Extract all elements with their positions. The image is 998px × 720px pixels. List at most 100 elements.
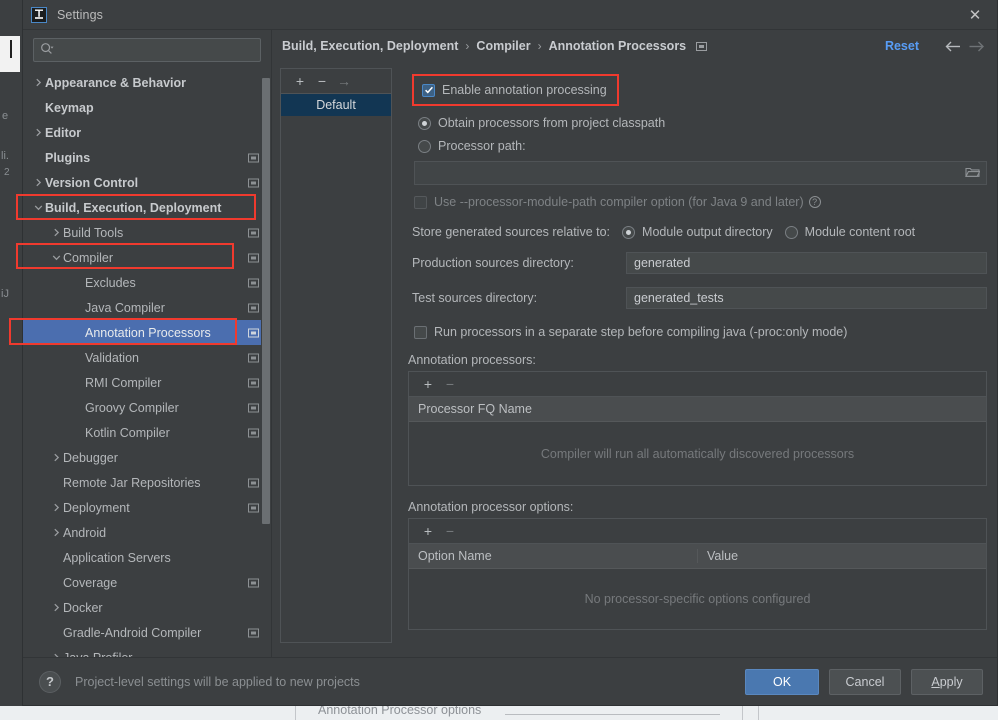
obtain-from-classpath-row[interactable]: Obtain processors from project classpath bbox=[418, 116, 987, 130]
sidebar-item-groovy-compiler[interactable]: Groovy Compiler bbox=[23, 395, 271, 420]
project-scope-badge-icon bbox=[248, 378, 259, 387]
profile-list-item[interactable]: Default bbox=[281, 94, 391, 116]
chevron-right-icon[interactable] bbox=[49, 528, 63, 537]
background-text-fragment: e bbox=[2, 110, 9, 122]
chevron-right-icon[interactable] bbox=[31, 178, 45, 187]
dialog-title-bar: Settings ✕ bbox=[23, 0, 997, 30]
help-circle-icon[interactable]: ? bbox=[808, 196, 821, 208]
enable-annotation-processing-label: Enable annotation processing bbox=[442, 83, 607, 97]
module-content-root-radio[interactable] bbox=[784, 225, 798, 239]
chevron-right-icon[interactable] bbox=[49, 603, 63, 612]
sidebar-item-appearance-behavior[interactable]: Appearance & Behavior bbox=[23, 70, 271, 95]
sidebar-item-label: Coverage bbox=[63, 575, 118, 590]
sidebar-item-coverage[interactable]: Coverage bbox=[23, 570, 271, 595]
close-icon[interactable]: ✕ bbox=[963, 0, 987, 30]
options-toolbar: + − bbox=[409, 519, 986, 544]
dialog-title: Settings bbox=[57, 7, 103, 22]
column-header-option-name[interactable]: Option Name bbox=[409, 549, 697, 563]
sidebar-item-label: Docker bbox=[63, 600, 103, 615]
arrow-right-icon[interactable] bbox=[968, 40, 985, 53]
sidebar-item-build-tools[interactable]: Build Tools bbox=[23, 220, 271, 245]
sidebar-item-label: Application Servers bbox=[63, 550, 171, 565]
remove-processor-button[interactable]: − bbox=[439, 374, 461, 394]
chevron-right-icon[interactable] bbox=[31, 128, 45, 137]
enable-annotation-processing-checkbox[interactable] bbox=[422, 83, 435, 97]
processor-path-input[interactable] bbox=[414, 161, 987, 185]
sidebar-item-plugins[interactable]: Plugins bbox=[23, 145, 271, 170]
sidebar-item-rmi-compiler[interactable]: RMI Compiler bbox=[23, 370, 271, 395]
project-scope-badge-icon bbox=[248, 253, 259, 262]
search-box[interactable] bbox=[33, 38, 261, 62]
module-output-directory-radio[interactable] bbox=[622, 225, 636, 239]
sidebar-item-gradle-android-compiler[interactable]: Gradle-Android Compiler bbox=[23, 620, 271, 645]
sidebar-item-deployment[interactable]: Deployment bbox=[23, 495, 271, 520]
sidebar-item-version-control[interactable]: Version Control bbox=[23, 170, 271, 195]
help-icon[interactable]: ? bbox=[39, 670, 61, 693]
settings-main-panel: Build, Execution, Deployment › Compiler … bbox=[271, 30, 997, 657]
sidebar-scrollbar-thumb[interactable] bbox=[262, 78, 270, 524]
test-sources-input[interactable]: generated_tests bbox=[626, 287, 987, 309]
sidebar-item-java-compiler[interactable]: Java Compiler bbox=[23, 295, 271, 320]
sidebar-item-label: Gradle-Android Compiler bbox=[63, 625, 202, 640]
sidebar-item-label: RMI Compiler bbox=[85, 375, 162, 390]
separate-step-label: Run processors in a separate step before… bbox=[434, 325, 848, 339]
column-header-processor-fq-name[interactable]: Processor FQ Name bbox=[409, 402, 986, 416]
chevron-right-icon[interactable] bbox=[49, 453, 63, 462]
chevron-right-icon[interactable] bbox=[49, 228, 63, 237]
sidebar-item-compiler[interactable]: Compiler bbox=[23, 245, 271, 270]
apply-button[interactable]: Apply bbox=[911, 668, 983, 695]
sidebar-item-debugger[interactable]: Debugger bbox=[23, 445, 271, 470]
sidebar-item-keymap[interactable]: Keymap bbox=[23, 95, 271, 120]
sidebar-item-application-servers[interactable]: Application Servers bbox=[23, 545, 271, 570]
processor-path-label: Processor path: bbox=[438, 139, 526, 153]
processor-path-row[interactable]: Processor path: bbox=[418, 139, 987, 153]
sidebar-item-excludes[interactable]: Excludes bbox=[23, 270, 271, 295]
folder-icon[interactable] bbox=[965, 165, 981, 181]
sidebar-item-editor[interactable]: Editor bbox=[23, 120, 271, 145]
sidebar-item-kotlin-compiler[interactable]: Kotlin Compiler bbox=[23, 420, 271, 445]
separate-step-checkbox[interactable] bbox=[414, 325, 427, 339]
breadcrumb-part-1[interactable]: Build, Execution, Deployment bbox=[282, 39, 458, 53]
obtain-from-classpath-label: Obtain processors from project classpath bbox=[438, 116, 666, 130]
production-sources-input[interactable]: generated bbox=[626, 252, 987, 274]
add-processor-button[interactable]: + bbox=[417, 374, 439, 394]
ok-button[interactable]: OK bbox=[745, 668, 819, 695]
remove-profile-button[interactable]: − bbox=[311, 71, 333, 91]
sidebar-item-android[interactable]: Android bbox=[23, 520, 271, 545]
chevron-right-icon[interactable] bbox=[49, 503, 63, 512]
profiles-panel: + − → Default bbox=[280, 68, 392, 643]
dialog-footer: ? Project-level settings will be applied… bbox=[23, 657, 997, 705]
sidebar-scrollbar-track[interactable] bbox=[261, 68, 271, 657]
sidebar-item-java-profiler[interactable]: Java Profiler bbox=[23, 645, 271, 657]
project-scope-badge-icon bbox=[248, 228, 259, 237]
sidebar-item-remote-jar-repositories[interactable]: Remote Jar Repositories bbox=[23, 470, 271, 495]
remove-option-button[interactable]: − bbox=[439, 521, 461, 541]
processor-module-path-row[interactable]: Use --processor-module-path compiler opt… bbox=[414, 195, 987, 209]
chevron-right-icon[interactable] bbox=[49, 653, 63, 657]
move-to-profile-button[interactable]: → bbox=[333, 71, 355, 91]
column-header-value[interactable]: Value bbox=[697, 549, 986, 563]
processor-path-radio[interactable] bbox=[418, 139, 431, 153]
separate-step-row[interactable]: Run processors in a separate step before… bbox=[414, 325, 987, 339]
cancel-button[interactable]: Cancel bbox=[829, 668, 901, 695]
enable-annotation-processing-row[interactable]: Enable annotation processing bbox=[412, 74, 619, 106]
chevron-down-icon[interactable] bbox=[49, 253, 63, 262]
sidebar-item-annotation-processors[interactable]: Annotation Processors bbox=[23, 320, 271, 345]
sidebar-item-validation[interactable]: Validation bbox=[23, 345, 271, 370]
breadcrumb-part-2[interactable]: Compiler bbox=[476, 39, 530, 53]
chevron-right-icon[interactable] bbox=[31, 78, 45, 87]
arrow-left-icon[interactable] bbox=[945, 40, 962, 53]
options-table-header: Option Name Value bbox=[409, 544, 986, 569]
add-option-button[interactable]: + bbox=[417, 521, 439, 541]
search-input[interactable] bbox=[56, 42, 254, 58]
sidebar-item-build-execution-deployment[interactable]: Build, Execution, Deployment bbox=[23, 195, 271, 220]
background-divider bbox=[295, 706, 296, 720]
reset-link[interactable]: Reset bbox=[885, 39, 919, 53]
background-group-rule bbox=[505, 714, 720, 715]
add-profile-button[interactable]: + bbox=[289, 71, 311, 91]
obtain-from-classpath-radio[interactable] bbox=[418, 116, 431, 130]
sidebar-item-docker[interactable]: Docker bbox=[23, 595, 271, 620]
sidebar-item-label: Keymap bbox=[45, 100, 94, 115]
processor-module-path-checkbox[interactable] bbox=[414, 195, 427, 209]
chevron-down-icon[interactable] bbox=[31, 203, 45, 212]
